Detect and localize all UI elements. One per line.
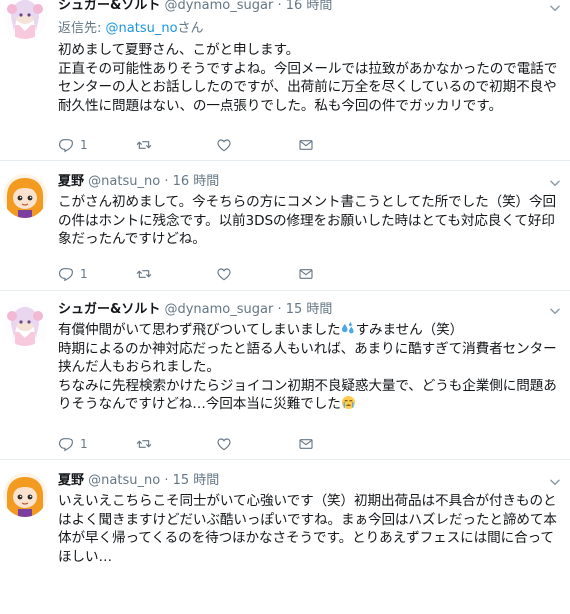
reply-count: 1 <box>80 437 88 451</box>
reply-to-link[interactable]: @natsu_no <box>106 21 178 36</box>
message-icon <box>298 266 314 282</box>
sweat-droplets-emoji <box>341 321 354 334</box>
user-handle[interactable]: @natsu_no <box>88 174 160 189</box>
like-button[interactable] <box>216 435 232 453</box>
like-icon <box>216 137 232 153</box>
retweet-icon <box>136 436 152 452</box>
tweet[interactable]: 夏野 @natsu_no · 16 時間 こがさん初めまして。今そちらの方にコメ… <box>0 161 570 290</box>
retweet-icon <box>136 266 152 282</box>
reply-to-suffix: さん <box>177 21 204 36</box>
tweet-header: 夏野 @natsu_no · 16 時間 <box>58 174 219 190</box>
reply-icon <box>58 266 74 282</box>
chevron-down-icon[interactable] <box>548 176 562 190</box>
avatar[interactable] <box>3 174 47 218</box>
display-name[interactable]: シュガー&ソルト <box>58 0 160 13</box>
tweet[interactable]: シュガー&ソルト @dynamo_sugar · 16 時間 返信先: @nat… <box>0 0 570 160</box>
like-icon <box>216 266 232 282</box>
tweet-text-part: 有償仲間がいて思わず飛びついてしまいました <box>58 322 341 338</box>
display-name[interactable]: 夏野 <box>58 174 84 189</box>
chevron-down-icon[interactable] <box>548 304 562 318</box>
reply-icon <box>58 137 74 153</box>
separator-dot: · <box>277 302 282 317</box>
user-handle[interactable]: @natsu_no <box>88 473 160 488</box>
message-icon <box>298 137 314 153</box>
tweet-text-part: すみません（笑） <box>355 322 464 338</box>
message-button[interactable] <box>298 435 314 453</box>
chevron-down-icon[interactable] <box>548 475 562 489</box>
timestamp[interactable]: 15 時間 <box>173 473 220 488</box>
reply-icon <box>58 436 74 452</box>
avatar[interactable] <box>3 0 47 39</box>
timestamp[interactable]: 16 時間 <box>173 174 220 189</box>
timestamp[interactable]: 16 時間 <box>286 0 333 13</box>
tweet-actions: 1 <box>58 435 358 453</box>
timestamp[interactable]: 15 時間 <box>286 302 333 317</box>
separator-dot: · <box>164 473 169 488</box>
retweet-icon <box>136 137 152 153</box>
message-button[interactable] <box>298 265 314 283</box>
user-handle[interactable]: @dynamo_sugar <box>164 302 273 317</box>
tweet[interactable]: 夏野 @natsu_no · 15 時間 いえいえこちらこそ同士がいて心強いです… <box>0 460 570 614</box>
reply-count: 1 <box>80 267 88 281</box>
crying-face-emoji <box>341 395 355 410</box>
avatar[interactable] <box>3 302 47 346</box>
user-handle[interactable]: @dynamo_sugar <box>164 0 273 13</box>
tweet-actions: 1 <box>58 136 358 154</box>
tweet[interactable]: シュガー&ソルト @dynamo_sugar · 15 時間 有償仲間がいて思わ… <box>0 291 570 459</box>
reply-button[interactable]: 1 <box>58 136 88 154</box>
tweet-text: 有償仲間がいて思わず飛びついてしまいました すみません（笑） 時期によるのか神対応… <box>58 321 558 414</box>
like-button[interactable] <box>216 265 232 283</box>
retweet-button[interactable] <box>136 435 152 453</box>
like-button[interactable] <box>216 136 232 154</box>
reply-button[interactable]: 1 <box>58 435 88 453</box>
reply-to: 返信先: @natsu_noさん <box>58 21 204 37</box>
tweet-text-part: 時期によるのか神対応だったと語る人もいれば、あまりに酷すぎて消費者センター挟んだ… <box>58 340 557 413</box>
tweet-text: いえいえこちらこそ同士がいて心強いです（笑）初期出荷品は不具合が付きものとはよく… <box>58 493 557 565</box>
tweet-header: シュガー&ソルト @dynamo_sugar · 16 時間 <box>58 0 332 14</box>
reply-to-prefix: 返信先: <box>58 21 106 36</box>
display-name[interactable]: シュガー&ソルト <box>58 302 160 317</box>
tweet-text: 初めまして夏野さん、こがと申します。 正直その可能性ありそうですよね。今回メール… <box>58 42 558 114</box>
message-icon <box>298 436 314 452</box>
tweet-header: 夏野 @natsu_no · 15 時間 <box>58 473 219 489</box>
display-name[interactable]: 夏野 <box>58 473 84 488</box>
tweet-actions: 1 <box>58 265 358 283</box>
tweet-text: こがさん初めまして。今そちらの方にコメント書こうとしてた所でした（笑）今回の件は… <box>58 194 557 247</box>
separator-dot: · <box>164 174 169 189</box>
retweet-button[interactable] <box>136 136 152 154</box>
retweet-button[interactable] <box>136 265 152 283</box>
like-icon <box>216 436 232 452</box>
message-button[interactable] <box>298 136 314 154</box>
separator-dot: · <box>277 0 282 13</box>
chevron-down-icon[interactable] <box>548 1 562 15</box>
reply-count: 1 <box>80 138 88 152</box>
avatar[interactable] <box>3 473 47 517</box>
reply-button[interactable]: 1 <box>58 265 88 283</box>
tweet-header: シュガー&ソルト @dynamo_sugar · 15 時間 <box>58 302 332 318</box>
